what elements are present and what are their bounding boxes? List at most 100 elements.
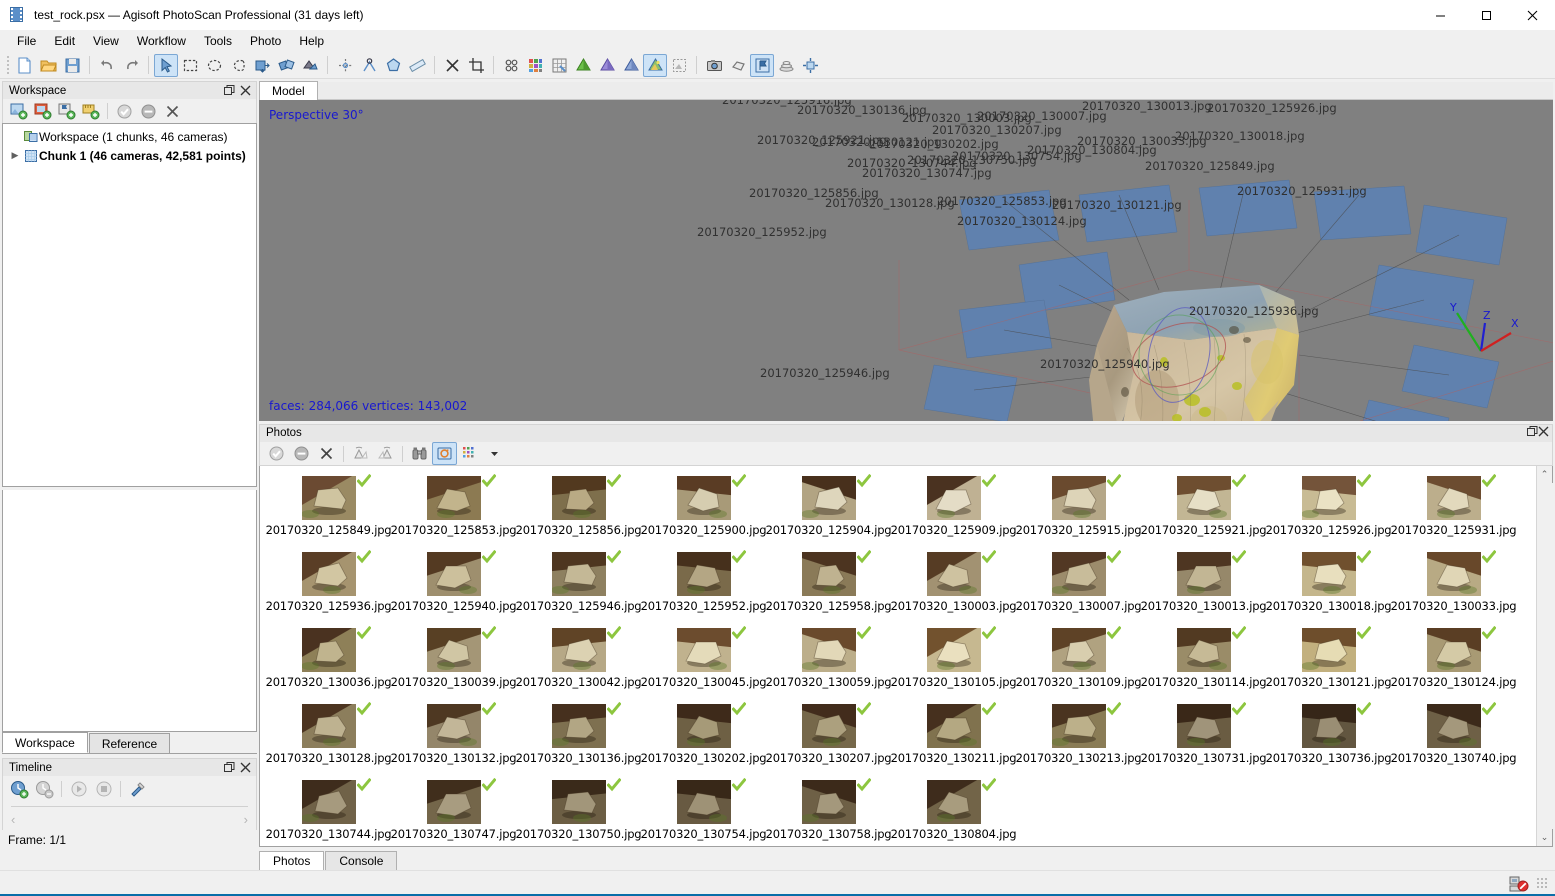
photo-thumbnail-image[interactable] (676, 476, 731, 521)
blue-pyramid-icon-button[interactable] (619, 54, 643, 77)
remove-photo-x-icon-button[interactable] (314, 442, 339, 465)
maximize-button[interactable] (1463, 0, 1509, 30)
photo-thumbnail-image[interactable] (676, 780, 731, 825)
tab-workspace[interactable]: Workspace (2, 732, 88, 753)
photo-thumbnail-item[interactable]: 20170320_130758.jpg (766, 776, 892, 846)
freeform-selection-button[interactable] (226, 54, 250, 77)
photo-thumbnail-item[interactable]: 20170320_130105.jpg (891, 624, 1017, 700)
photo-thumbnail-image[interactable] (551, 628, 606, 673)
photos-scroll-down-button[interactable]: ⌄ (1537, 829, 1553, 846)
enable-photo-check-circle-icon-button[interactable] (264, 442, 289, 465)
tree-row-workspace-root[interactable]: Workspace (1 chunks, 46 cameras) (3, 127, 256, 146)
photo-thumbnail-image[interactable] (551, 476, 606, 521)
photo-thumbnail-image[interactable] (301, 628, 356, 673)
photo-thumbnail-image[interactable] (926, 704, 981, 749)
toolbar-grip[interactable] (4, 55, 12, 75)
photos-float-icon[interactable] (1527, 426, 1538, 440)
photo-thumbnail-item[interactable]: 20170320_130744.jpg (266, 776, 392, 846)
menu-view[interactable]: View (84, 32, 128, 50)
photo-thumbnail-item[interactable]: 20170320_130132.jpg (391, 700, 517, 776)
timeline-float-icon[interactable] (221, 761, 237, 775)
tab-reference[interactable]: Reference (88, 733, 171, 753)
photo-thumbnail-item[interactable]: 20170320_130036.jpg (266, 624, 392, 700)
photos-scroll-track[interactable] (1536, 483, 1553, 829)
enable-item-check-circle-icon-button[interactable] (112, 100, 136, 122)
disable-photo-minus-circle-icon-button[interactable] (289, 442, 314, 465)
green-pyramid-icon-button[interactable] (571, 54, 595, 77)
rotate-object-button[interactable] (274, 54, 298, 77)
menu-file[interactable]: File (8, 32, 45, 50)
photo-thumbnail-item[interactable]: 20170320_125940.jpg (391, 548, 517, 624)
photo-thumbnail-item[interactable]: 20170320_125909.jpg (891, 472, 1017, 548)
photo-thumbnail-image[interactable] (926, 552, 981, 597)
delete-selection-button[interactable] (440, 54, 464, 77)
photo-thumbnail-image[interactable] (301, 476, 356, 521)
photo-thumbnail-item[interactable]: 20170320_130804.jpg (891, 776, 1017, 846)
photo-thumbnail-image[interactable] (426, 704, 481, 749)
marker-pin-icon-button[interactable] (357, 54, 381, 77)
polygon-icon-button[interactable] (381, 54, 405, 77)
photo-thumbnail-item[interactable]: 20170320_130750.jpg (516, 776, 642, 846)
timeline-scroll-right[interactable]: › (244, 812, 248, 827)
add-photos-icon-button[interactable] (31, 100, 55, 122)
resize-grip-icon[interactable] (1537, 877, 1549, 890)
photo-thumbnail-item[interactable]: 20170320_130109.jpg (1016, 624, 1142, 700)
add-scalebar-icon-button[interactable] (79, 100, 103, 122)
photo-thumbnail-item[interactable]: 20170320_130045.jpg (641, 624, 767, 700)
photo-thumbnail-image[interactable] (301, 780, 356, 825)
photo-thumbnail-item[interactable]: 20170320_130003.jpg (891, 548, 1017, 624)
grid-four-icon-button[interactable] (499, 54, 523, 77)
photo-thumbnail-image[interactable] (1051, 628, 1106, 673)
layers-stack-icon-button[interactable] (774, 54, 798, 77)
timeline-close-icon[interactable] (237, 761, 253, 775)
photo-thumbnail-item[interactable]: 20170320_130207.jpg (766, 700, 892, 776)
disable-item-minus-circle-icon-button[interactable] (136, 100, 160, 122)
photo-thumbnail-item[interactable]: 20170320_130059.jpg (766, 624, 892, 700)
photo-thumbnail-item[interactable]: 20170320_130740.jpg (1391, 700, 1517, 776)
navigate-tool-button[interactable] (154, 53, 178, 77)
add-marker-icon-button[interactable] (55, 100, 79, 122)
photo-thumbnail-image[interactable] (551, 552, 606, 597)
photo-thumbnail-image[interactable] (926, 780, 981, 825)
menu-edit[interactable]: Edit (45, 32, 84, 50)
photo-thumbnail-image[interactable] (551, 704, 606, 749)
photo-thumbnail-item[interactable]: 20170320_130007.jpg (1016, 548, 1142, 624)
photo-thumbnail-image[interactable] (426, 476, 481, 521)
tab-console[interactable]: Console (325, 851, 398, 870)
open-document-button[interactable] (36, 54, 60, 77)
workspace-tree[interactable]: Workspace (1 chunks, 46 cameras) ▶ Chunk… (2, 123, 257, 487)
menu-tools[interactable]: Tools (195, 32, 241, 50)
photo-thumbnail-image[interactable] (1426, 704, 1481, 749)
purple-pyramid-icon-button[interactable] (595, 54, 619, 77)
photo-thumbnail-image[interactable] (1426, 476, 1481, 521)
photo-thumbnail-item[interactable]: 20170320_125952.jpg (641, 548, 767, 624)
photo-thumbnail-image[interactable] (301, 704, 356, 749)
photo-thumbnail-image[interactable] (1176, 704, 1231, 749)
photo-thumbnail-image[interactable] (1301, 628, 1356, 673)
photo-thumbnail-item[interactable]: 20170320_130136.jpg (516, 700, 642, 776)
tree-row-chunk-1[interactable]: ▶ Chunk 1 (46 cameras, 42,581 points) (3, 146, 256, 165)
photo-thumbnail-item[interactable]: 20170320_125853.jpg (391, 472, 517, 548)
stop-animation-icon-button[interactable] (91, 777, 116, 801)
photo-thumbnail-image[interactable] (301, 552, 356, 597)
tab-photos[interactable]: Photos (259, 851, 325, 870)
photo-thumbnail-item[interactable]: 20170320_125931.jpg (1391, 472, 1517, 548)
photo-thumbnail-item[interactable]: 20170320_125915.jpg (1016, 472, 1142, 548)
workspace-float-icon[interactable] (221, 84, 237, 98)
photo-thumbnail-item[interactable]: 20170320_130121.jpg (1266, 624, 1392, 700)
photo-thumbnail-image[interactable] (1051, 552, 1106, 597)
photo-thumbnail-image[interactable] (1301, 704, 1356, 749)
photo-thumbnail-item[interactable]: 20170320_130211.jpg (891, 700, 1017, 776)
photo-thumbnail-image[interactable] (426, 780, 481, 825)
photo-thumbnail-item[interactable]: 20170320_130033.jpg (1391, 548, 1517, 624)
animation-settings-tools-icon-button[interactable] (125, 777, 150, 801)
minimize-button[interactable] (1417, 0, 1463, 30)
move-object-button[interactable] (250, 54, 274, 77)
ruler-icon-button[interactable] (405, 54, 429, 77)
photo-thumbnail-item[interactable]: 20170320_125946.jpg (516, 548, 642, 624)
color-grid-icon-button[interactable] (523, 54, 547, 77)
undo-button[interactable] (95, 54, 119, 77)
photo-thumbnail-image[interactable] (801, 552, 856, 597)
add-chunk-icon-button[interactable] (7, 100, 31, 122)
photo-thumbnail-image[interactable] (926, 628, 981, 673)
